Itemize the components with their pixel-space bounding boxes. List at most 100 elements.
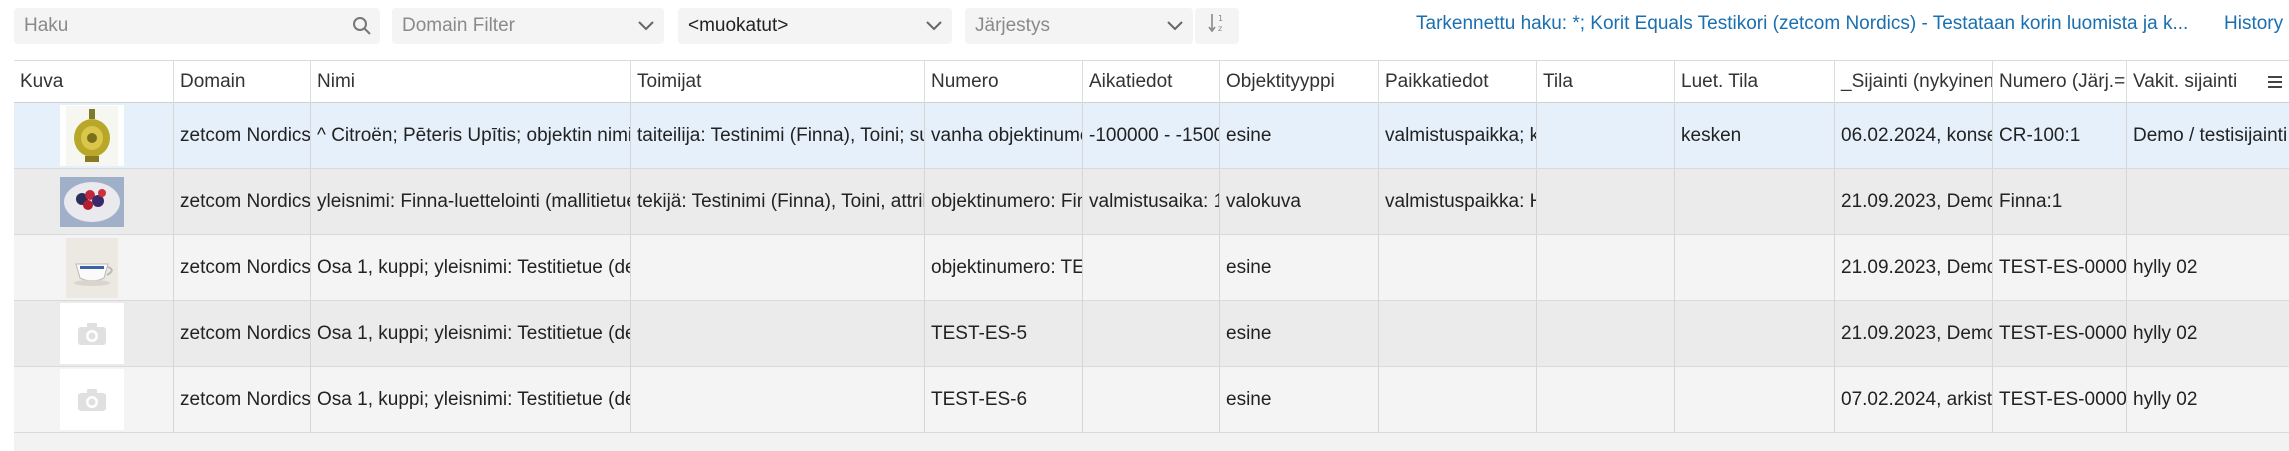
hamburger-menu-icon[interactable] bbox=[2263, 61, 2287, 103]
domain-filter-select[interactable]: Domain Filter bbox=[392, 8, 664, 44]
objektityyppi-cell: valokuva bbox=[1220, 169, 1379, 234]
numero-jarj-cell: TEST-ES-000006 bbox=[1993, 367, 2127, 432]
sort-placeholder: Järjestys bbox=[975, 15, 1050, 36]
aikatiedot-cell: valmistusaika: 1 bbox=[1083, 169, 1220, 234]
numero-cell: TEST-ES-6 bbox=[925, 367, 1083, 432]
numero-jarj-cell: Finna:1 bbox=[1993, 169, 2127, 234]
image-cell bbox=[14, 367, 174, 432]
nimi-cell: Osa 1, kuppi; yleisnimi: Testitietue (de… bbox=[311, 367, 631, 432]
sijainti-cell: 06.02.2024, konservointi bbox=[1835, 103, 1993, 168]
toimijat-cell bbox=[631, 235, 925, 300]
column-header-domain[interactable]: Domain bbox=[174, 61, 311, 103]
sort-select[interactable]: Järjestys bbox=[965, 8, 1193, 44]
numero-cell: objektinumero: Finna bbox=[925, 169, 1083, 234]
column-header-aikatiedot[interactable]: Aikatiedot bbox=[1083, 61, 1220, 103]
luet-tila-cell bbox=[1675, 301, 1835, 366]
image-cell bbox=[14, 103, 174, 168]
tila-cell bbox=[1537, 169, 1675, 234]
advanced-search-link[interactable]: Tarkennettu haku: *; Korit Equals Testik… bbox=[1416, 13, 2204, 35]
paikkatiedot-cell bbox=[1379, 367, 1537, 432]
domain-cell: zetcom Nordics bbox=[174, 235, 311, 300]
luet-tila-cell bbox=[1675, 169, 1835, 234]
column-header-numero-jarj[interactable]: Numero (Järj.= bbox=[1993, 61, 2127, 103]
table-header: Kuva Domain Nimi Toimijat Numero Aikatie… bbox=[14, 60, 2289, 103]
teacup-photo[interactable] bbox=[60, 237, 124, 298]
vakit-sijainti-cell: hylly 02 bbox=[2133, 256, 2198, 278]
numero-cell: vanha objektinumero bbox=[925, 103, 1083, 168]
column-header-numero[interactable]: Numero bbox=[925, 61, 1083, 103]
paikkatiedot-cell bbox=[1379, 235, 1537, 300]
toimijat-cell: taiteilija: Testinimi (Finna), Toini; su… bbox=[631, 103, 925, 168]
numero-cell: objektinumero: TEST bbox=[925, 235, 1083, 300]
search-input[interactable]: Haku bbox=[14, 8, 380, 44]
search-icon[interactable] bbox=[344, 8, 380, 44]
vakit-sijainti-cell: hylly 02 bbox=[2133, 388, 2198, 410]
table-row[interactable]: zetcom Nordics Osa 1, kuppi; yleisnimi: … bbox=[14, 235, 2289, 301]
column-header-nimi[interactable]: Nimi bbox=[311, 61, 631, 103]
luet-tila-cell bbox=[1675, 235, 1835, 300]
nimi-cell: yleisnimi: Finna-luettelointi (mallitiet… bbox=[311, 169, 631, 234]
image-cell bbox=[14, 301, 174, 366]
view-value: <muokatut> bbox=[688, 15, 789, 36]
domain-filter-placeholder: Domain Filter bbox=[402, 15, 515, 36]
yellow-vase-photo[interactable] bbox=[60, 105, 124, 166]
sijainti-cell: 21.09.2023, Demo bbox=[1835, 235, 1993, 300]
column-header-toimijat[interactable]: Toimijat bbox=[631, 61, 925, 103]
aikatiedot-cell bbox=[1083, 367, 1220, 432]
toimijat-cell bbox=[631, 301, 925, 366]
objektityyppi-cell: esine bbox=[1220, 103, 1379, 168]
image-cell bbox=[14, 169, 174, 234]
view-select[interactable]: <muokatut> bbox=[678, 8, 952, 44]
numero-cell: TEST-ES-5 bbox=[925, 301, 1083, 366]
numero-jarj-cell: TEST-ES-000005 bbox=[1993, 301, 2127, 366]
chevron-down-icon bbox=[628, 8, 664, 44]
table-row[interactable]: zetcom Nordics Osa 1, kuppi; yleisnimi: … bbox=[14, 367, 2289, 433]
numero-jarj-cell: CR-100:1 bbox=[1993, 103, 2127, 168]
column-header-kuva[interactable]: Kuva bbox=[14, 61, 174, 103]
table-row[interactable]: zetcom Nordics yleisnimi: Finna-luettelo… bbox=[14, 169, 2289, 235]
aikatiedot-cell bbox=[1083, 301, 1220, 366]
vakit-sijainti-cell bbox=[2127, 169, 2289, 234]
tila-cell bbox=[1537, 301, 1675, 366]
vakit-sijainti-cell: Demo / testisijainti bbox=[2133, 124, 2288, 146]
history-link[interactable]: History bbox=[2224, 13, 2283, 35]
objektityyppi-cell: esine bbox=[1220, 301, 1379, 366]
nimi-cell: ^ Citroën; Pēteris Upītis; objektin nimi bbox=[311, 103, 631, 168]
sort-ascending-icon: 1z bbox=[1207, 12, 1227, 40]
column-header-paikkatiedot[interactable]: Paikkatiedot bbox=[1379, 61, 1537, 103]
vakit-sijainti-cell: hylly 02 bbox=[2133, 322, 2198, 344]
domain-cell: zetcom Nordics bbox=[174, 367, 311, 432]
svg-text:1: 1 bbox=[1218, 14, 1223, 23]
toolbar: Haku Domain Filter <muokatut> Järjestys … bbox=[0, 0, 2289, 52]
paikkatiedot-cell: valmistuspaikka; k bbox=[1379, 103, 1537, 168]
toimijat-cell bbox=[631, 367, 925, 432]
column-header-sijainti[interactable]: _Sijainti (nykyinen) bbox=[1835, 61, 1993, 103]
column-header-tila[interactable]: Tila bbox=[1537, 61, 1675, 103]
column-header-objektityyppi[interactable]: Objektityyppi bbox=[1220, 61, 1379, 103]
luet-tila-cell bbox=[1675, 367, 1835, 432]
numero-jarj-cell: TEST-ES-000001 bbox=[1993, 235, 2127, 300]
paikkatiedot-cell bbox=[1379, 301, 1537, 366]
tila-cell bbox=[1537, 367, 1675, 432]
table-row[interactable]: zetcom Nordics ^ Citroën; Pēteris Upītis… bbox=[14, 103, 2289, 169]
objektityyppi-cell: esine bbox=[1220, 235, 1379, 300]
table-row[interactable]: zetcom Nordics Osa 1, kuppi; yleisnimi: … bbox=[14, 301, 2289, 367]
image-cell bbox=[14, 235, 174, 300]
results-table: Kuva Domain Nimi Toimijat Numero Aikatie… bbox=[14, 60, 2289, 451]
domain-cell: zetcom Nordics bbox=[174, 103, 311, 168]
chevron-down-icon bbox=[916, 8, 952, 44]
nimi-cell: Osa 1, kuppi; yleisnimi: Testitietue (de… bbox=[311, 301, 631, 366]
chevron-down-icon bbox=[1157, 8, 1193, 44]
sijainti-cell: 21.09.2023, Demo bbox=[1835, 301, 1993, 366]
berries-plate-photo[interactable] bbox=[60, 171, 124, 232]
domain-cell: zetcom Nordics bbox=[174, 301, 311, 366]
domain-cell: zetcom Nordics bbox=[174, 169, 311, 234]
tila-cell bbox=[1537, 235, 1675, 300]
objektityyppi-cell: esine bbox=[1220, 367, 1379, 432]
nimi-cell: Osa 1, kuppi; yleisnimi: Testitietue (de… bbox=[311, 235, 631, 300]
luet-tila-cell: kesken bbox=[1675, 103, 1835, 168]
sijainti-cell: 21.09.2023, Demo bbox=[1835, 169, 1993, 234]
sort-direction-button[interactable]: 1z bbox=[1195, 8, 1239, 44]
column-header-luet-tila[interactable]: Luet. Tila bbox=[1675, 61, 1835, 103]
camera-icon bbox=[60, 303, 124, 364]
